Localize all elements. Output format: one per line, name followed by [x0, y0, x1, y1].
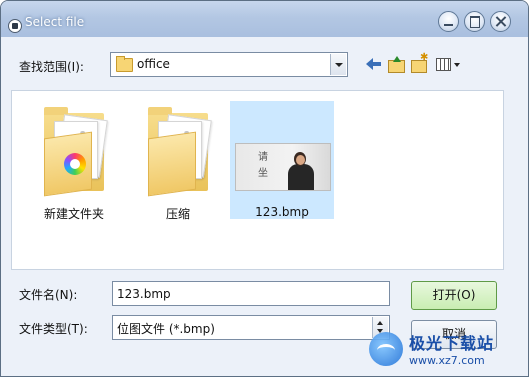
new-folder-icon[interactable] [410, 52, 428, 73]
list-item[interactable]: 压缩 [126, 101, 230, 221]
file-name: 压缩 [165, 207, 190, 221]
watermark-title: 极光下载站 [409, 334, 495, 353]
folder-icon [42, 107, 108, 197]
folder-icon [146, 107, 212, 197]
file-dialog: Select file 查找范围(I): office 新建文件夹 [0, 0, 529, 377]
title-bar[interactable]: Select file [1, 1, 528, 37]
watermark-url: www.xz7.com [409, 354, 485, 367]
system-menu-icon[interactable] [8, 19, 22, 33]
folder-icon [116, 56, 133, 72]
view-menu-icon[interactable] [435, 55, 461, 73]
file-list[interactable]: 新建文件夹 压缩 请坐 123.bmp [11, 90, 504, 270]
window-title: Select file [25, 15, 85, 29]
watermark-logo-icon [369, 332, 403, 366]
back-icon[interactable] [365, 55, 383, 73]
minimize-button[interactable] [438, 11, 459, 32]
image-thumbnail: 请坐 [235, 113, 331, 193]
filetype-select[interactable]: 位图文件 (*.bmp) [112, 315, 390, 340]
file-name: 123.bmp [255, 205, 309, 219]
thumbnail-text: 请坐 [258, 152, 268, 179]
look-in-label: 查找范围(I): [19, 60, 84, 74]
list-item[interactable]: 新建文件夹 [22, 101, 126, 221]
watermark: 极光下载站 www.xz7.com [369, 326, 528, 376]
filetype-value: 位图文件 (*.bmp) [117, 322, 215, 336]
maximize-button[interactable] [464, 11, 485, 32]
list-item[interactable]: 请坐 123.bmp [230, 101, 334, 219]
chevron-down-icon[interactable] [330, 54, 346, 75]
filename-field[interactable] [112, 281, 390, 306]
file-name: 新建文件夹 [43, 207, 104, 221]
open-button[interactable]: 打开(O) [411, 281, 497, 310]
up-folder-icon[interactable] [387, 55, 405, 73]
look-in-value: office [137, 57, 170, 71]
look-in-dropdown[interactable]: office [110, 52, 348, 77]
filename-label: 文件名(N): [19, 288, 78, 302]
filetype-label: 文件类型(T): [19, 322, 88, 336]
close-button[interactable] [490, 11, 511, 32]
